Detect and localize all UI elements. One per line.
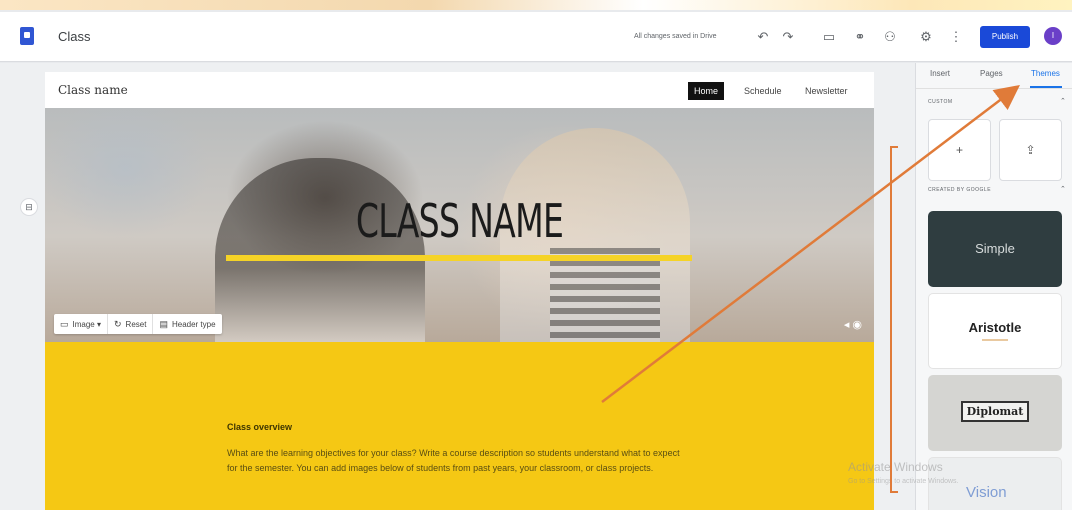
- nav-newsletter[interactable]: Newsletter: [799, 82, 854, 100]
- redo-icon[interactable]: ↷: [779, 28, 797, 46]
- document-title[interactable]: Class: [58, 29, 91, 44]
- tab-themes[interactable]: Themes: [1031, 69, 1060, 78]
- tab-pages[interactable]: Pages: [980, 69, 1003, 78]
- publish-button[interactable]: Publish: [980, 26, 1030, 48]
- avatar[interactable]: I: [1044, 27, 1062, 45]
- panel-tabs: Insert Pages Themes: [916, 63, 1072, 89]
- custom-section-label: CUSTOM: [928, 99, 953, 105]
- title-underline: [226, 255, 692, 261]
- header-toolbar: ▭ Image ▾ ↻ Reset ▤ Header type: [54, 314, 222, 334]
- annotation-bracket: [890, 146, 898, 493]
- site-navigation: Class name Home Schedule Newsletter: [45, 72, 874, 108]
- preview-icon[interactable]: ▭: [820, 28, 838, 46]
- chevron-up-icon[interactable]: ⌃: [1060, 97, 1066, 105]
- google-section-label: CREATED BY GOOGLE: [928, 187, 992, 193]
- overview-body[interactable]: What are the learning objectives for you…: [227, 446, 687, 476]
- overview-heading[interactable]: Class overview: [227, 422, 292, 432]
- theme-aristotle-label: Aristotle: [968, 320, 1022, 335]
- image-button-label: Image ▾: [72, 319, 101, 329]
- activate-windows-subtitle: Go to Settings to activate Windows.: [848, 478, 959, 485]
- save-status: All changes saved in Drive: [634, 33, 717, 40]
- page-title[interactable]: CLASS NAME: [161, 194, 758, 248]
- theme-diplomat[interactable]: Diplomat: [928, 375, 1062, 451]
- undo-icon[interactable]: ↶: [754, 28, 772, 46]
- themes-panel: Insert Pages Themes CUSTOM ⌃ + ⇪ CREATED…: [915, 63, 1072, 510]
- image-button[interactable]: ▭ Image ▾: [54, 314, 108, 334]
- aristotle-accent-line: [982, 339, 1008, 341]
- reset-button[interactable]: ↻ Reset: [108, 314, 154, 334]
- site-name[interactable]: Class name: [58, 83, 128, 97]
- app-header: Class All changes saved in Drive ↶ ↷ ▭ ⚭…: [0, 12, 1072, 62]
- crop-icon[interactable]: ◂ ◉: [844, 318, 862, 331]
- add-custom-theme-button[interactable]: +: [928, 119, 991, 181]
- settings-icon[interactable]: ⚙: [917, 28, 935, 46]
- theme-simple[interactable]: Simple: [928, 211, 1062, 287]
- top-glow-bar: [0, 0, 1072, 10]
- header-banner[interactable]: CLASS NAME ▭ Image ▾ ↻ Reset ▤ Header ty…: [45, 108, 874, 342]
- theme-diplomat-label: Diplomat: [960, 401, 1030, 422]
- nav-schedule[interactable]: Schedule: [738, 82, 788, 100]
- image-icon: ▭: [60, 318, 69, 329]
- more-icon[interactable]: ⋮: [947, 28, 965, 46]
- hero-photo-student-left: [215, 158, 425, 342]
- overview-section[interactable]: Class overview What are the learning obj…: [45, 342, 874, 510]
- header-type-button[interactable]: ▤ Header type: [153, 314, 221, 334]
- vision-watermark: Vision: [966, 484, 1007, 501]
- page-settings-icon[interactable]: ⊟: [20, 198, 38, 216]
- reset-button-label: Reset: [125, 319, 147, 329]
- tab-insert[interactable]: Insert: [930, 69, 950, 78]
- upload-theme-button[interactable]: ⇪: [999, 119, 1062, 181]
- reset-icon: ↻: [114, 318, 122, 329]
- header-type-icon: ▤: [159, 318, 168, 329]
- header-type-button-label: Header type: [171, 319, 216, 329]
- hero-photo-striped-shirt: [550, 248, 660, 342]
- share-icon[interactable]: ⚇: [881, 28, 899, 46]
- site-preview: Class name Home Schedule Newsletter CLAS…: [45, 72, 874, 510]
- active-tab-indicator: [1030, 86, 1062, 88]
- chevron-up-icon[interactable]: ⌃: [1060, 185, 1066, 193]
- theme-aristotle[interactable]: Aristotle: [928, 293, 1062, 369]
- link-icon[interactable]: ⚭: [851, 28, 869, 46]
- nav-home[interactable]: Home: [688, 82, 725, 100]
- sites-logo-icon[interactable]: [20, 27, 34, 45]
